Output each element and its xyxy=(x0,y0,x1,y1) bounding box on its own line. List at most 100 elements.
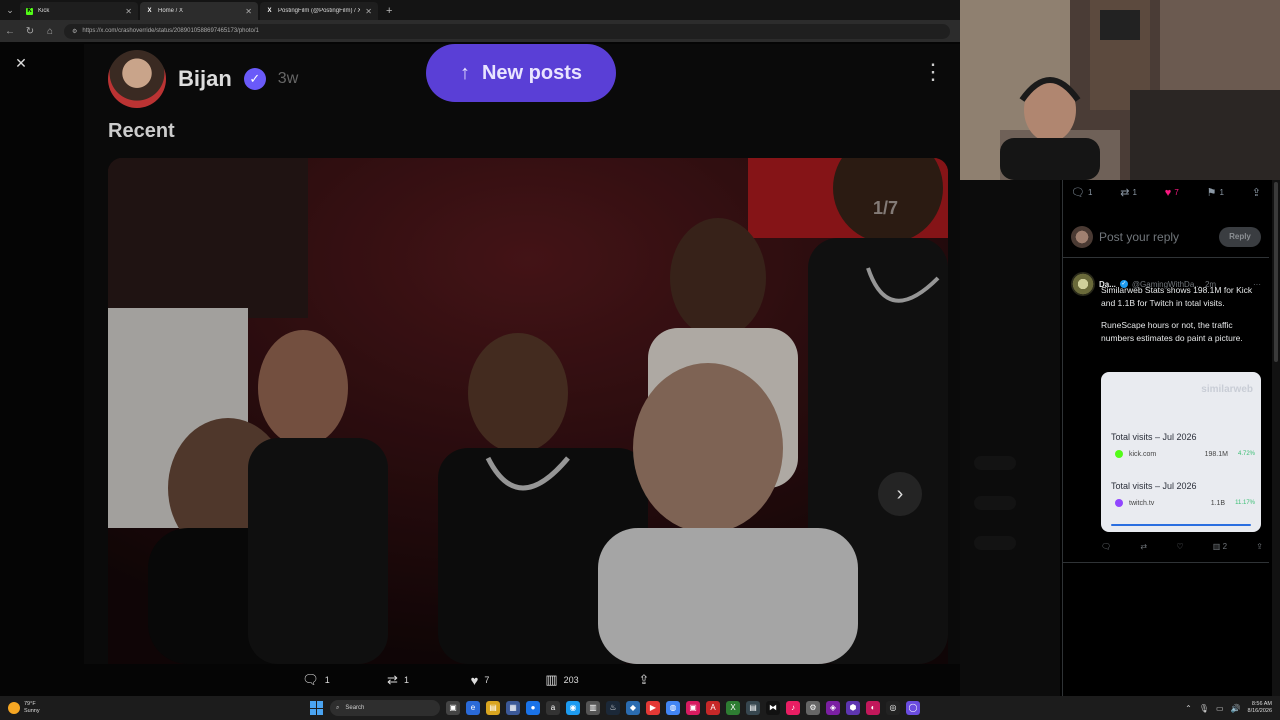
app-icon[interactable]: ◯ xyxy=(906,701,920,715)
visits-change: 11.17% xyxy=(1235,500,1255,506)
tab-kick[interactable]: K Kick ✕ xyxy=(20,2,138,20)
share-icon[interactable]: ⇪ xyxy=(1256,542,1263,551)
app-icon[interactable]: ▤ xyxy=(746,701,760,715)
bookmark-stat[interactable]: ⚑ 1 xyxy=(1207,186,1224,199)
like-stat[interactable]: ♥ 7 xyxy=(1165,186,1179,199)
repost-icon[interactable]: ⇄ xyxy=(1140,542,1147,551)
steam-icon[interactable]: ♨ xyxy=(606,701,620,715)
similarweb-image-card[interactable]: similarweb Total visits – Jul 2026 kick.… xyxy=(1101,372,1261,532)
task-view-icon[interactable]: ▣ xyxy=(446,701,460,715)
store-icon[interactable]: ▦ xyxy=(506,701,520,715)
app-icon[interactable]: ◆ xyxy=(626,701,640,715)
share-icon: ⇪ xyxy=(1251,187,1261,199)
avatar[interactable] xyxy=(1071,272,1095,296)
more-options-icon[interactable]: ⋮ xyxy=(922,61,944,83)
app-icon[interactable]: ⬢ xyxy=(846,701,860,715)
app-icon[interactable]: a xyxy=(546,701,560,715)
chrome-icon[interactable]: ◍ xyxy=(666,701,680,715)
tab-home-x[interactable]: X Home / X ✕ xyxy=(140,2,258,20)
reply-stat[interactable]: 🗨 1 xyxy=(1071,186,1092,199)
app-icon[interactable]: ◈ xyxy=(826,701,840,715)
repost-count: 1 xyxy=(403,675,409,685)
reply-tweet[interactable]: Da... ✓ @GamingWithDa... 2m ··· Similarw… xyxy=(1063,266,1269,532)
address-bar-row: ← ↻ ⌂ ⚙ https://x.com/crashoverride/stat… xyxy=(0,20,960,42)
site-info-icon[interactable]: ⚙ xyxy=(72,28,77,35)
post-photo[interactable]: 1/7 › xyxy=(108,158,948,664)
faint-chip xyxy=(974,456,1016,470)
clock[interactable]: 8:56 AM 8/16/2026 xyxy=(1248,701,1272,715)
app-icon[interactable]: ◐ xyxy=(866,701,880,715)
reply-input[interactable]: Post your reply xyxy=(1099,230,1213,244)
reload-icon[interactable]: ↻ xyxy=(24,26,36,37)
visits-row-kick: kick.com 198.1M 4.72% xyxy=(1115,450,1255,458)
more-options-icon[interactable]: ··· xyxy=(1253,280,1261,289)
taskbar-search[interactable]: ⌕ Search xyxy=(330,700,440,716)
repost-stat[interactable]: ⇄ 1 xyxy=(1120,186,1137,199)
back-icon[interactable]: ← xyxy=(4,26,16,37)
app-icon[interactable]: ● xyxy=(526,701,540,715)
capcut-icon[interactable]: ⧓ xyxy=(766,701,780,715)
close-icon[interactable]: ✕ xyxy=(12,54,30,72)
windows-start-icon[interactable] xyxy=(310,701,324,715)
chevron-up-icon[interactable]: ⌃ xyxy=(1185,704,1192,713)
file-explorer-icon[interactable]: ▤ xyxy=(486,701,500,715)
volume-icon[interactable]: 🔊 xyxy=(1231,704,1241,713)
share-action[interactable]: ⇪ xyxy=(603,672,685,688)
like-action[interactable]: ♥ 7 xyxy=(439,673,521,688)
repost-icon: ⇄ xyxy=(387,672,398,687)
app-icon[interactable]: A xyxy=(706,701,720,715)
verified-badge-icon: ✓ xyxy=(243,68,266,90)
next-photo-button[interactable]: › xyxy=(878,472,922,516)
url-field[interactable]: ⚙ https://x.com/crashoverride/status/208… xyxy=(64,23,950,39)
home-icon[interactable]: ⌂ xyxy=(44,26,56,37)
tweet-action-row: 🗨 ⇄ ♡ ▥ 2 ⇪ xyxy=(1101,542,1263,551)
tab-menu-button[interactable]: ⌄ xyxy=(0,0,20,20)
system-tray: ⌃ 🎙 ▭ 🔊 8:56 AM 8/16/2026 xyxy=(1185,696,1272,720)
post-time: 3w xyxy=(277,70,299,87)
reply-action[interactable]: 🗨 1 xyxy=(275,672,357,688)
chrome-icon[interactable]: ◉ xyxy=(566,701,580,715)
scrollbar-thumb[interactable] xyxy=(1274,182,1278,362)
close-tab-icon[interactable]: ✕ xyxy=(365,7,372,16)
faint-chip xyxy=(974,496,1016,510)
views-icon: ▥ xyxy=(1212,542,1221,551)
author-name[interactable]: Bijan xyxy=(178,66,232,92)
app-icon[interactable]: ▣ xyxy=(686,701,700,715)
tiktok-icon[interactable]: ♪ xyxy=(786,701,800,715)
close-tab-icon[interactable]: ✕ xyxy=(125,7,132,16)
app-icon[interactable]: ▥ xyxy=(586,701,600,715)
weather-widget[interactable]: 79°F Sunny xyxy=(0,701,200,715)
reply-icon: 🗨 xyxy=(1071,187,1085,199)
new-tab-button[interactable]: + xyxy=(386,2,392,20)
new-posts-button[interactable]: ↑ New posts xyxy=(426,44,616,102)
scrollbar[interactable] xyxy=(1272,180,1280,696)
viewer-action-bar: 🗨 1 ⇄ 1 ♥ 7 ▥ 203 ⇪ xyxy=(0,664,960,696)
reply-icon[interactable]: 🗨 xyxy=(1101,542,1111,551)
windows-taskbar: 79°F Sunny ⌕ Search ▣ e ▤ ▦ ● a ◉ ▥ ♨ ◆ … xyxy=(0,696,1280,720)
search-icon: ⌕ xyxy=(336,704,340,711)
microphone-icon[interactable]: 🎙 xyxy=(1199,704,1209,713)
close-tab-icon[interactable]: ✕ xyxy=(245,7,252,16)
like-count: 7 xyxy=(484,675,490,685)
reply-button[interactable]: Reply xyxy=(1219,226,1261,247)
x-logo-icon: X xyxy=(147,7,152,14)
heart-icon: ♥ xyxy=(1164,186,1172,199)
settings-icon[interactable]: ⚙ xyxy=(806,701,820,715)
post-author[interactable]: Bijan ✓ 3w xyxy=(108,50,298,108)
tab-label: Kick xyxy=(38,8,50,14)
share-stat[interactable]: ⇪ xyxy=(1252,186,1261,199)
heart-icon[interactable]: ♡ xyxy=(1176,542,1183,551)
visits-value: 198.1M xyxy=(1204,450,1228,458)
youtube-icon[interactable]: ▶ xyxy=(646,701,660,715)
xbox-icon[interactable]: X xyxy=(726,701,740,715)
obs-icon[interactable]: ◎ xyxy=(886,701,900,715)
views-action[interactable]: ▥ 203 xyxy=(521,672,603,688)
avatar[interactable] xyxy=(108,50,166,108)
views-action[interactable]: ▥ 2 xyxy=(1213,542,1227,551)
repost-action[interactable]: ⇄ 1 xyxy=(357,672,439,688)
reply-count: 1 xyxy=(324,675,330,685)
network-icon[interactable]: ▭ xyxy=(1216,704,1224,713)
tab-postingfilm[interactable]: X PostingFilm (@PostingFilm) / X ✕ xyxy=(260,2,378,20)
visits-title: Total visits – Jul 2026 xyxy=(1111,481,1197,491)
edge-browser-icon[interactable]: e xyxy=(466,701,480,715)
